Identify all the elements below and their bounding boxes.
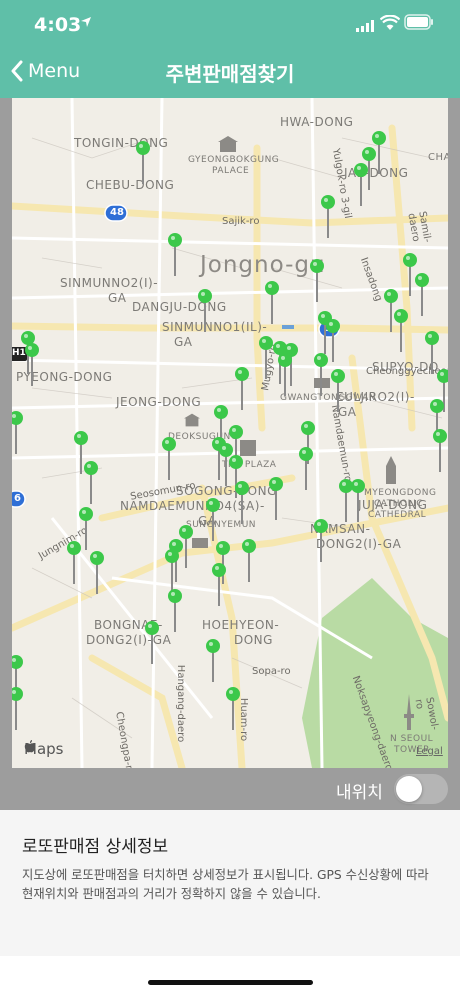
store-pin-icon[interactable] (134, 140, 152, 186)
area-label: GA (108, 291, 127, 305)
maps-brand: Maps (24, 740, 64, 758)
store-pin-icon[interactable] (12, 410, 25, 456)
palace-icon (218, 136, 238, 152)
palace-icon (184, 413, 200, 427)
store-pin-icon[interactable] (204, 497, 222, 543)
store-pin-icon[interactable] (263, 280, 281, 326)
store-pin-icon[interactable] (12, 686, 25, 732)
area-label: TONGIN-DONG (74, 136, 169, 150)
toggle-knob (396, 776, 422, 802)
map-container: TONGIN-DONG HWA-DONG JAE-DONG CHEBU-DONG… (0, 98, 460, 810)
legal-link[interactable]: Legal (416, 746, 443, 757)
store-pin-icon[interactable] (312, 518, 330, 564)
bottom-area (0, 956, 460, 996)
store-pin-icon[interactable] (349, 478, 367, 524)
battery-icon (404, 14, 433, 30)
store-pin-icon[interactable] (312, 352, 330, 398)
store-pin-icon[interactable] (196, 288, 214, 334)
wifi-icon (380, 15, 400, 30)
road-label: Sopa-ro (252, 666, 291, 677)
district-label: Jongno-gu (200, 252, 326, 278)
store-pin-icon[interactable] (413, 272, 431, 318)
route-badge-label: 6 (14, 493, 21, 504)
my-location-toggle[interactable] (394, 774, 448, 804)
store-pin-icon[interactable] (143, 620, 161, 666)
navigation-header: 4:03 Menu 주변판매점찾기 (0, 0, 460, 98)
store-pin-icon[interactable] (166, 232, 184, 278)
store-pin-icon[interactable] (308, 258, 326, 304)
detail-title: 로또판매점 상세정보 (22, 837, 169, 857)
status-time: 4:03 (34, 14, 82, 36)
route-badge-label: 48 (110, 207, 124, 218)
area-label: DONG (234, 633, 273, 647)
store-pin-icon[interactable] (329, 368, 347, 414)
area-label: SINMUNNO2(I)- (60, 276, 159, 290)
home-indicator (148, 980, 313, 985)
area-label: HOEHYEON- (202, 618, 280, 632)
map-view[interactable]: TONGIN-DONG HWA-DONG JAE-DONG CHEBU-DONG… (12, 98, 448, 768)
store-pin-icon[interactable] (224, 686, 242, 732)
store-pin-icon[interactable] (23, 342, 41, 388)
area-label: CHEBU-DONG (86, 178, 175, 192)
store-pin-icon[interactable] (160, 436, 178, 482)
store-pin-icon[interactable] (166, 588, 184, 634)
store-pin-icon[interactable] (233, 366, 251, 412)
detail-panel: 로또판매점 상세정보 지도상에 로또판매점을 터치하면 상세정보가 표시됩니다.… (0, 810, 460, 956)
cathedral-icon (386, 456, 396, 484)
store-pin-icon[interactable] (65, 540, 83, 586)
location-toggle-row: 내위치 (0, 768, 460, 810)
page-title: 주변판매점찾기 (165, 62, 295, 86)
location-arrow-icon (81, 17, 91, 27)
store-pin-icon[interactable] (210, 562, 228, 608)
store-pin-icon[interactable] (240, 538, 258, 584)
store-pin-icon[interactable] (352, 162, 370, 208)
store-pin-icon[interactable] (297, 446, 315, 492)
landmark-label: CATHEDRAL (368, 510, 427, 520)
apple-icon (24, 740, 36, 753)
detail-description: 지도상에 로또판매점을 터치하면 상세정보가 표시됩니다. GPS 수신상황에 … (22, 868, 429, 901)
store-pin-icon[interactable] (267, 476, 285, 522)
road-label: Sajik-ro (222, 216, 260, 227)
area-label: SINMUNNO1(IL)- (162, 320, 268, 334)
area-label: HWA-DONG (280, 115, 354, 129)
store-pin-icon[interactable] (233, 480, 251, 526)
store-pin-icon[interactable] (392, 308, 410, 354)
my-location-label: 내위치 (336, 783, 383, 803)
landmark-label: PALACE (212, 166, 250, 176)
road-label: Hangang-daero (175, 664, 187, 743)
store-pin-icon[interactable] (82, 460, 100, 506)
area-label: CHA (428, 152, 448, 163)
area-label: JEONG-DONG (116, 395, 202, 409)
store-pin-icon[interactable] (431, 428, 448, 474)
store-pin-icon[interactable] (276, 352, 294, 398)
store-pin-icon[interactable] (204, 638, 222, 684)
store-pin-icon[interactable] (319, 194, 337, 240)
store-pin-icon[interactable] (88, 550, 106, 596)
signal-icon (356, 20, 374, 32)
area-label: GA (174, 335, 193, 349)
